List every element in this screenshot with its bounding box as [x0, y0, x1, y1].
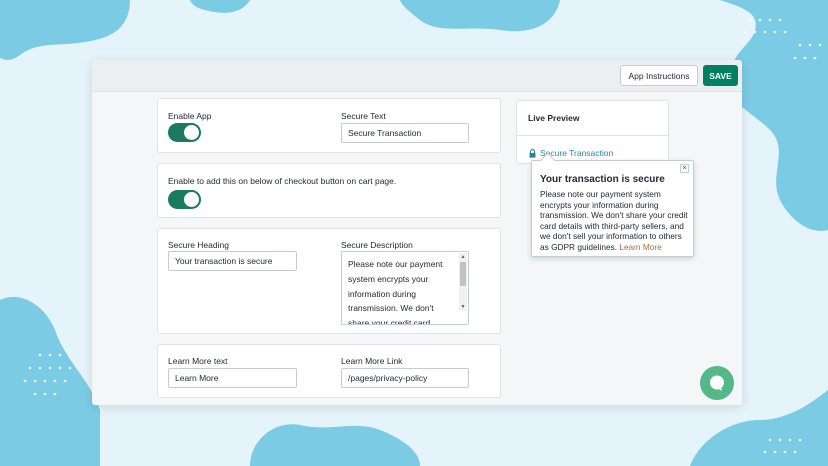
- top-bar: App Instructions SAVE: [92, 60, 742, 92]
- checkout-enable-label: Enable to add this on below of checkout …: [168, 176, 397, 186]
- secure-heading-label: Secure Heading: [168, 240, 229, 250]
- learn-more-link-input[interactable]: /pages/privacy-policy: [341, 368, 469, 388]
- secure-description-text: Please note our payment system encrypts …: [348, 259, 443, 325]
- chat-button[interactable]: [700, 366, 734, 400]
- live-preview-card: Live Preview Secure Transaction: [516, 100, 669, 164]
- popover-body-text: Please note our payment system encrypts …: [540, 189, 688, 252]
- enable-app-label: Enable App: [168, 111, 212, 121]
- learn-more-text-input[interactable]: Learn More: [168, 368, 297, 388]
- learn-more-text-label: Learn More text: [168, 356, 228, 366]
- live-preview-title: Live Preview: [517, 101, 668, 136]
- secure-transaction-link[interactable]: Secure Transaction: [529, 148, 613, 158]
- secure-text-label: Secure Text: [341, 111, 386, 121]
- secure-heading-card: Secure Heading Your transaction is secur…: [157, 228, 501, 334]
- secure-popover: × Your transaction is secure Please note…: [531, 152, 694, 257]
- close-icon[interactable]: ×: [680, 164, 689, 173]
- enable-app-toggle[interactable]: [168, 123, 201, 142]
- lock-icon: [529, 148, 536, 158]
- popover-body: Please note our payment system encrypts …: [540, 189, 690, 252]
- enable-app-card: Enable App Secure Text Secure Transactio…: [157, 98, 501, 153]
- checkout-button-card: Enable to add this on below of checkout …: [157, 163, 501, 218]
- popover-title: Your transaction is secure: [540, 174, 665, 185]
- learn-more-card: Learn More text Learn More Learn More Li…: [157, 344, 501, 398]
- app-instructions-button[interactable]: App Instructions: [620, 65, 698, 86]
- secure-description-label: Secure Description: [341, 240, 413, 250]
- secure-heading-input[interactable]: Your transaction is secure: [168, 251, 297, 271]
- checkout-enable-toggle[interactable]: [168, 190, 201, 209]
- secure-description-textarea[interactable]: Please note our payment system encrypts …: [341, 251, 469, 325]
- learn-more-link-label: Learn More Link: [341, 356, 403, 366]
- secure-text-input[interactable]: Secure Transaction: [341, 123, 469, 143]
- popover-learn-more-link[interactable]: Learn More: [619, 242, 661, 252]
- save-button[interactable]: SAVE: [703, 65, 738, 86]
- description-scrollbar[interactable]: ▲ ▼: [459, 253, 467, 311]
- chat-icon: [710, 375, 724, 391]
